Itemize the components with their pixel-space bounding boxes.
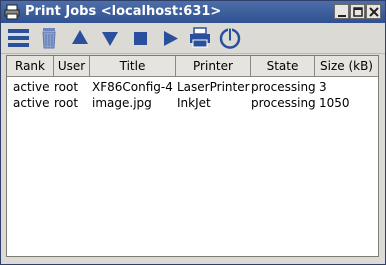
move-up-icon <box>72 30 88 44</box>
toolbar <box>1 23 385 54</box>
move-up-button[interactable] <box>67 25 93 51</box>
maximize-button[interactable] <box>350 4 365 19</box>
job-size: 1050 <box>319 96 350 110</box>
minimize-icon <box>338 15 346 17</box>
power-icon <box>219 27 241 49</box>
move-to-printer-button[interactable] <box>187 25 213 51</box>
delete-job-button[interactable] <box>37 25 63 51</box>
job-state: processing <box>251 96 316 110</box>
column-header-title[interactable]: Title <box>90 56 176 77</box>
printer-icon <box>190 27 210 48</box>
job-user: root <box>54 80 79 94</box>
column-header-printer[interactable]: Printer <box>176 56 251 77</box>
resume-button[interactable] <box>157 25 183 51</box>
window-title: Print Jobs <localhost:631> <box>25 4 222 19</box>
close-button[interactable] <box>366 4 381 19</box>
job-state: processing <box>251 80 316 94</box>
job-user: root <box>54 96 79 110</box>
column-header-user[interactable]: User <box>54 56 90 77</box>
close-icon <box>369 7 379 17</box>
title-bar[interactable]: Print Jobs <localhost:631> <box>1 1 385 23</box>
job-title: XF86Config-4 <box>92 80 173 94</box>
play-icon <box>164 31 178 46</box>
printer-state-button[interactable] <box>217 25 243 51</box>
job-size: 3 <box>319 80 327 94</box>
print-jobs-window: Print Jobs <localhost:631> Rank User Tit… <box>0 0 386 265</box>
job-list-icon <box>8 29 29 47</box>
job-rank: active <box>13 96 50 110</box>
job-printer: LaserPrinter <box>177 80 250 94</box>
maximize-icon <box>353 7 363 17</box>
job-list[interactable]: Rank User Title Printer State Size (kB) … <box>6 55 379 257</box>
column-header-size[interactable]: Size (kB) <box>315 56 378 77</box>
move-down-button[interactable] <box>97 25 123 51</box>
job-rank: active <box>13 80 50 94</box>
job-printer: InkJet <box>177 96 211 110</box>
minimize-button[interactable] <box>334 4 349 19</box>
move-down-icon <box>102 32 118 46</box>
stop-icon <box>134 32 147 45</box>
stop-button[interactable] <box>127 25 153 51</box>
job-title: image.jpg <box>92 96 152 110</box>
column-header-state[interactable]: State <box>251 56 315 77</box>
printer-app-icon <box>4 4 20 20</box>
trash-icon <box>42 28 56 49</box>
job-list-button[interactable] <box>6 25 32 51</box>
column-header-rank[interactable]: Rank <box>7 56 54 77</box>
